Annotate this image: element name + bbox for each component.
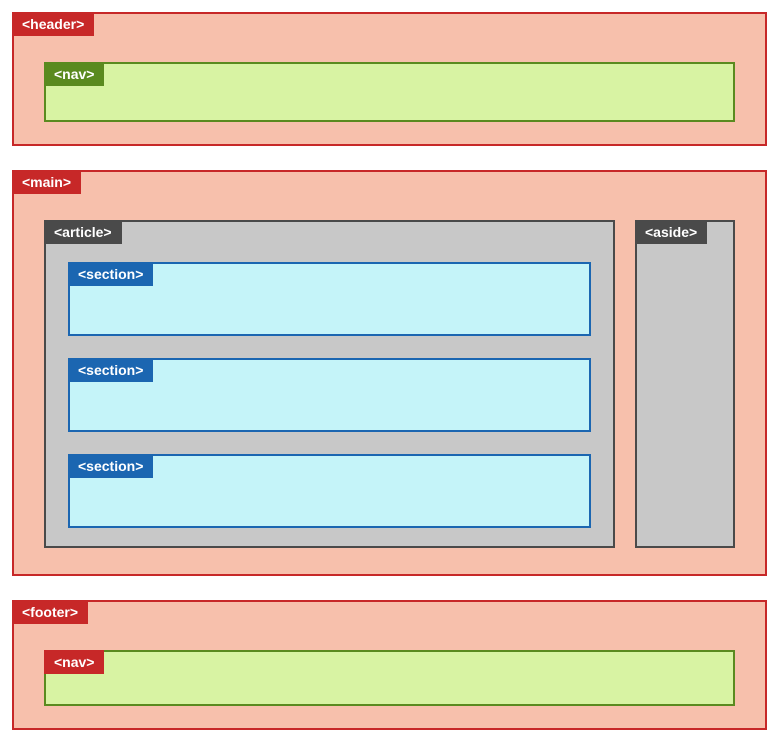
- section-element-box: <section>: [68, 358, 591, 432]
- nav-tag-label: <nav>: [44, 650, 104, 674]
- main-tag-label: <main>: [12, 170, 81, 194]
- header-nav-element-box: <nav>: [44, 62, 735, 122]
- header-element-box: <header> <nav>: [12, 12, 767, 146]
- footer-tag-label: <footer>: [12, 600, 88, 624]
- article-element-box: <article> <section> <section> <section>: [44, 220, 615, 548]
- section-tag-label: <section>: [68, 262, 153, 286]
- section-element-box: <section>: [68, 262, 591, 336]
- nav-tag-label: <nav>: [44, 62, 104, 86]
- aside-element-box: <aside>: [635, 220, 735, 548]
- section-tag-label: <section>: [68, 454, 153, 478]
- section-element-box: <section>: [68, 454, 591, 528]
- main-content-row: <article> <section> <section> <section> …: [44, 220, 735, 548]
- aside-tag-label: <aside>: [635, 220, 707, 244]
- header-tag-label: <header>: [12, 12, 94, 36]
- section-tag-label: <section>: [68, 358, 153, 382]
- main-element-box: <main> <article> <section> <section> <se…: [12, 170, 767, 576]
- footer-element-box: <footer> <nav>: [12, 600, 767, 730]
- article-tag-label: <article>: [44, 220, 122, 244]
- footer-nav-element-box: <nav>: [44, 650, 735, 706]
